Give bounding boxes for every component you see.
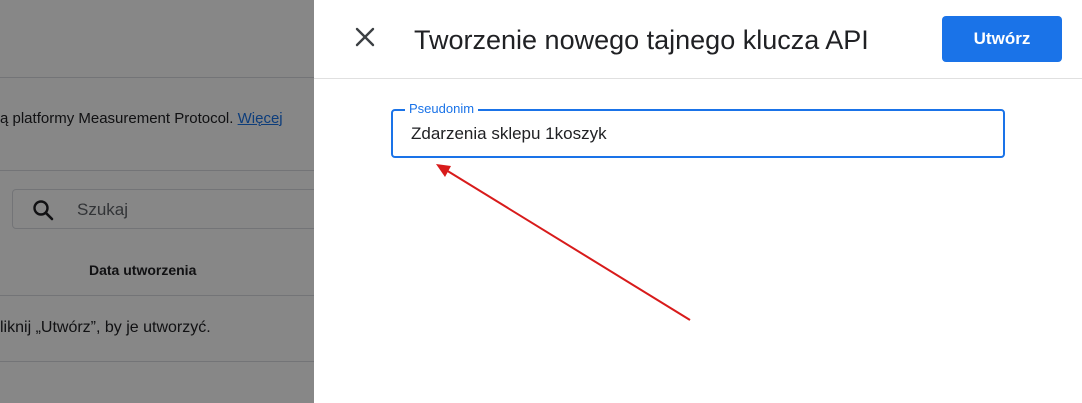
nickname-field-label: Pseudonim xyxy=(405,101,479,117)
close-icon xyxy=(354,26,376,53)
panel-header: Tworzenie nowego tajnego klucza API Utwó… xyxy=(314,0,1082,79)
close-button[interactable] xyxy=(350,24,380,54)
create-button[interactable]: Utwórz xyxy=(942,16,1062,62)
nickname-input[interactable] xyxy=(411,124,971,144)
panel-title: Tworzenie nowego tajnego klucza API xyxy=(414,25,869,55)
create-secret-panel: Tworzenie nowego tajnego klucza API Utwó… xyxy=(314,0,1082,403)
screen: ą platformy Measurement Protocol. Więcej… xyxy=(0,0,1082,403)
nickname-field[interactable]: Pseudonim xyxy=(391,101,1005,158)
